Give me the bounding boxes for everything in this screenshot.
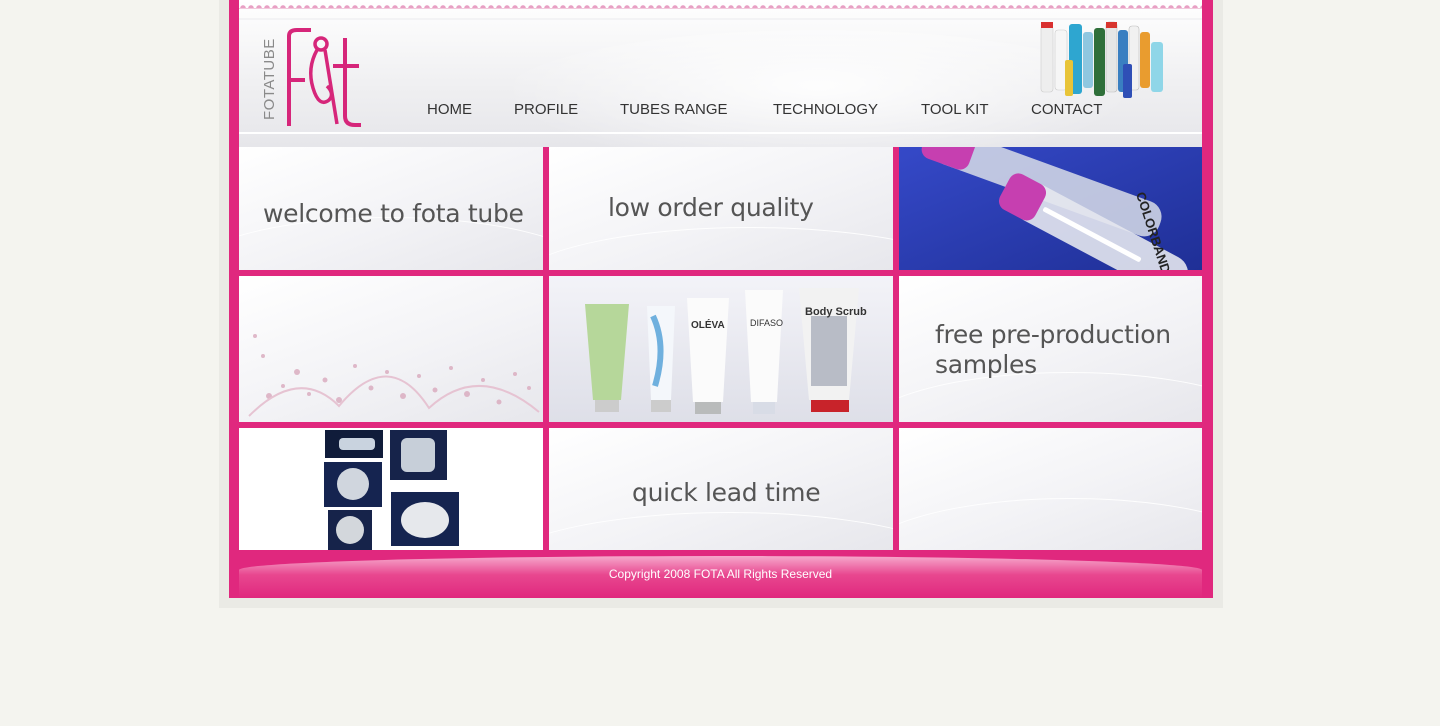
- tile-blank: [899, 428, 1202, 550]
- tile-quick-lead-time[interactable]: quick lead time: [549, 428, 893, 550]
- scallop-border: [239, 0, 1202, 9]
- free-samples-line1: free pre-production: [935, 320, 1171, 349]
- tile-parts-photo[interactable]: [239, 428, 543, 550]
- nav-contact[interactable]: CONTACT: [1031, 101, 1102, 118]
- welcome-text: welcome to fota tube: [263, 199, 524, 228]
- tubes-product-image: [1040, 21, 1163, 98]
- tube-parts-image: [324, 430, 459, 550]
- tile-wave: [549, 227, 893, 270]
- brand-oleva: OLÉVA: [691, 320, 725, 331]
- nav-profile[interactable]: PROFILE: [514, 101, 578, 118]
- tile-lipgloss-photo[interactable]: COLORBAND: [899, 147, 1202, 270]
- splash-image: [248, 334, 540, 417]
- copyright-text: Copyright 2008 FOTA All Rights Reserved: [608, 567, 833, 581]
- tile-welcome[interactable]: welcome to fota tube: [239, 147, 543, 270]
- site-frame: FOTATUBE HOME PROFILE TUBES RANGE TECHNO…: [229, 0, 1213, 598]
- nav-tool-kit[interactable]: TOOL KIT: [921, 101, 989, 118]
- tile-splash[interactable]: [239, 276, 543, 422]
- brand-body-scrub: Body Scrub: [805, 306, 867, 318]
- tile-free-samples[interactable]: free pre-production samples: [899, 276, 1202, 422]
- low-order-quality-text: low order quality: [608, 193, 814, 222]
- free-samples-line2: samples: [935, 350, 1037, 379]
- nav-home[interactable]: HOME: [427, 101, 472, 118]
- header-line-bottom: [239, 132, 1202, 134]
- nav-tubes-range[interactable]: TUBES RANGE: [620, 101, 728, 118]
- footer: Copyright 2008 FOTA All Rights Reserved: [239, 556, 1202, 598]
- cosmetic-tubes-image: [585, 288, 859, 414]
- tile-tubes-photo[interactable]: OLÉVA DIFASO Body Scrub: [549, 276, 893, 422]
- tile-wave: [899, 498, 1202, 550]
- header: FOTATUBE HOME PROFILE TUBES RANGE TECHNO…: [239, 0, 1202, 147]
- quick-lead-time-text: quick lead time: [632, 478, 821, 507]
- tile-low-order-quality[interactable]: low order quality: [549, 147, 893, 270]
- main-nav: HOME PROFILE TUBES RANGE TECHNOLOGY TOOL…: [239, 101, 1202, 121]
- brand-difaso: DIFASO: [750, 318, 784, 328]
- nav-technology[interactable]: TECHNOLOGY: [773, 101, 878, 118]
- tile-wave: [549, 512, 893, 550]
